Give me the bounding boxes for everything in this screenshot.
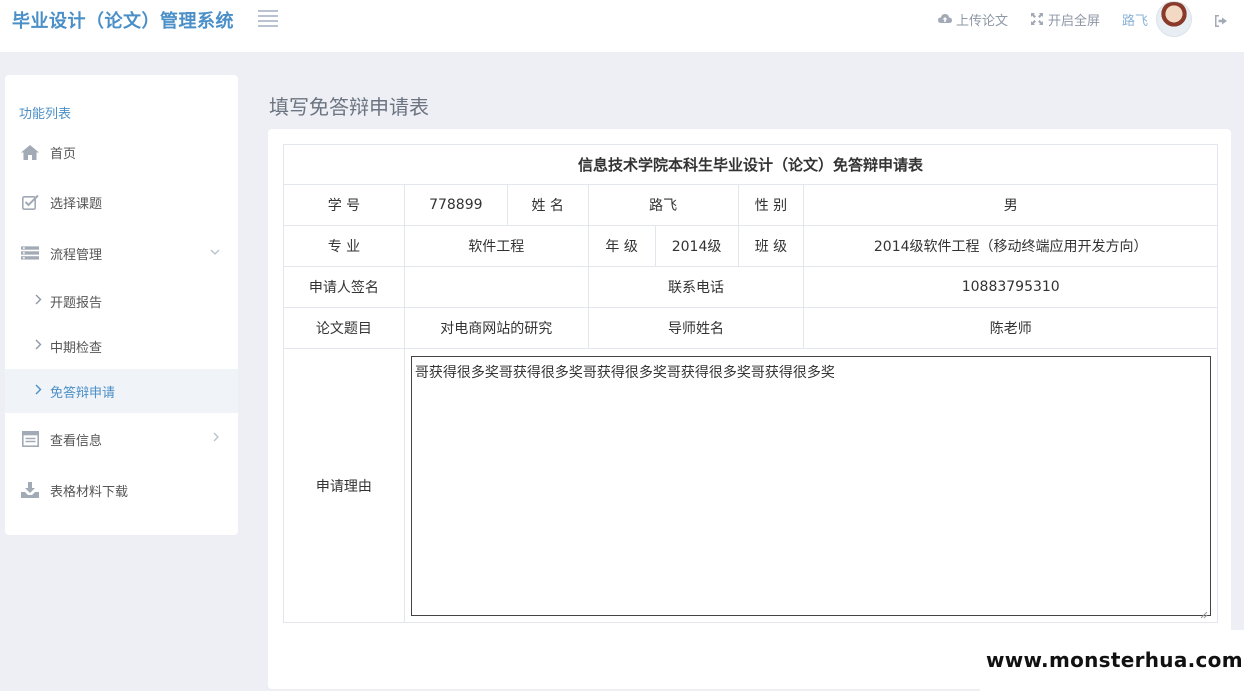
phone-value: 10883795310 (803, 266, 1218, 308)
major-label: 专 业 (283, 225, 405, 267)
sidebar-subitem-proposal[interactable]: 开题报告 (5, 279, 238, 323)
chevron-down-icon (210, 245, 220, 260)
sidebar-title: 功能列表 (19, 107, 72, 122)
sidebar-item-label: 选择课题 (50, 196, 103, 212)
gender-label: 性 别 (737, 184, 805, 226)
application-form-table: 信息技术学院本科生毕业设计（论文）免答辩申请表 学 号 778899 姓 名 路… (283, 144, 1219, 623)
sidebar-item-home[interactable]: 首页 (5, 130, 238, 174)
download-icon (21, 481, 39, 499)
reason-label: 申请理由 (283, 348, 405, 623)
reason-cell: 哥获得很多奖哥获得很多奖哥获得很多奖哥获得很多奖哥获得很多奖 (403, 348, 1219, 623)
sidebar-subitem-label: 中期检查 (50, 340, 103, 356)
resize-grip-icon[interactable] (1200, 605, 1208, 618)
signature-label: 申请人签名 (283, 266, 405, 308)
sidebar-item-label: 表格材料下载 (50, 484, 129, 500)
list-icon (21, 244, 39, 262)
chevron-right-icon (212, 431, 220, 446)
home-icon (21, 143, 39, 161)
topbar-actions: 上传论文 开启全屏 路飞 (937, 0, 1244, 38)
reason-text: 哥获得很多奖哥获得很多奖哥获得很多奖哥获得很多奖哥获得很多奖 (414, 364, 835, 381)
table-icon (21, 430, 39, 448)
grade-label: 年 级 (587, 225, 656, 267)
expand-icon (1030, 12, 1044, 26)
sidebar-item-view-info[interactable]: 查看信息 (5, 417, 238, 461)
sidebar: 功能列表 首页 选择课题 流程管理 开题报告 中期检查 免答辩申请 查看信息 表… (5, 75, 238, 535)
upload-thesis-link[interactable]: 上传论文 (937, 10, 1008, 29)
top-navbar: 毕业设计（论文）管理系统 上传论文 开启全屏 路飞 (0, 0, 1244, 52)
chevron-right-icon (35, 339, 42, 353)
app-title[interactable]: 毕业设计（论文）管理系统 (12, 7, 234, 33)
sidebar-item-label: 查看信息 (50, 433, 103, 449)
student-id-label: 学 号 (283, 184, 405, 226)
reason-textarea[interactable]: 哥获得很多奖哥获得很多奖哥获得很多奖哥获得很多奖哥获得很多奖 (410, 355, 1211, 618)
chevron-right-icon (35, 294, 42, 308)
thesis-title-label: 论文题目 (283, 307, 405, 349)
student-id-value: 778899 (403, 184, 508, 226)
cloud-upload-icon (937, 12, 952, 26)
page-title: 填写免答辩申请表 (269, 95, 429, 119)
advisor-value: 陈老师 (803, 307, 1218, 349)
sidebar-subitem-label: 免答辩申请 (50, 385, 116, 401)
content-card: 信息技术学院本科生毕业设计（论文）免答辩申请表 学 号 778899 姓 名 路… (268, 129, 1231, 689)
sidebar-item-label: 首页 (50, 146, 77, 162)
fullscreen-label: 开启全屏 (1047, 13, 1100, 29)
menu-toggle-icon[interactable] (258, 10, 278, 27)
avatar[interactable] (1156, 1, 1192, 37)
name-value: 路飞 (587, 184, 739, 226)
fullscreen-link[interactable]: 开启全屏 (1030, 10, 1100, 29)
name-label: 姓 名 (506, 184, 589, 226)
sidebar-item-select-topic[interactable]: 选择课题 (5, 180, 238, 224)
sidebar-subitem-midterm[interactable]: 中期检查 (5, 324, 238, 368)
user-name[interactable]: 路飞 (1122, 10, 1148, 29)
form-caption: 信息技术学院本科生毕业设计（论文）免答辩申请表 (283, 144, 1218, 185)
sidebar-item-process[interactable]: 流程管理 (5, 231, 238, 275)
major-value: 软件工程 (403, 225, 589, 267)
sidebar-subitem-exemption[interactable]: 免答辩申请 (5, 369, 238, 413)
signature-value (403, 266, 589, 308)
advisor-label: 导师姓名 (587, 307, 805, 349)
thesis-title-value: 对电商网站的研究 (403, 307, 589, 349)
chevron-right-icon (35, 384, 42, 398)
class-label: 班 级 (737, 225, 805, 267)
sidebar-subitem-label: 开题报告 (50, 295, 103, 311)
sidebar-item-label: 流程管理 (50, 247, 103, 263)
class-value: 2014级软件工程（移动终端应用开发方向） (803, 225, 1218, 267)
upload-thesis-label: 上传论文 (955, 13, 1008, 29)
gender-value: 男 (803, 184, 1218, 226)
sidebar-item-download[interactable]: 表格材料下载 (5, 468, 238, 512)
logout-icon[interactable] (1214, 12, 1228, 27)
watermark: www.monsterhua.com (980, 630, 1244, 691)
phone-label: 联系电话 (587, 266, 805, 308)
check-square-icon (21, 193, 39, 211)
grade-value: 2014级 (654, 225, 739, 267)
